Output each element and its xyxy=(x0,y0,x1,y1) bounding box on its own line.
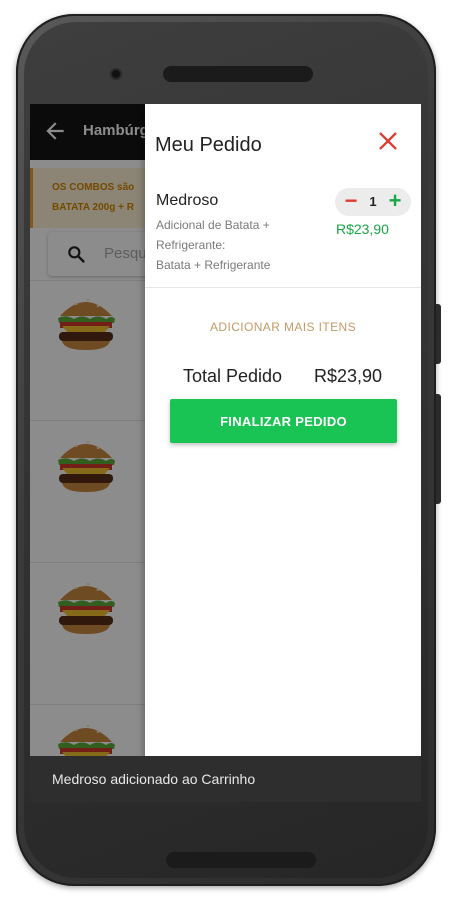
screen: Hambúrg OS COMBOS são BATATA 200g + R Pe… xyxy=(30,104,421,802)
plus-icon[interactable]: + xyxy=(385,190,405,212)
close-icon[interactable] xyxy=(377,130,399,152)
bottom-speaker xyxy=(166,852,316,868)
front-camera xyxy=(112,70,120,78)
volume-button xyxy=(436,304,441,364)
minus-icon[interactable]: − xyxy=(341,190,361,213)
top-speaker xyxy=(163,66,313,82)
cart-item-name: Medroso xyxy=(156,192,219,209)
power-button xyxy=(436,394,441,504)
quantity-stepper: − 1 + xyxy=(335,188,411,216)
total-label: Total Pedido xyxy=(183,366,283,386)
finalize-order-button[interactable]: FINALIZAR PEDIDO xyxy=(170,399,397,443)
snackbar-message: Medroso adicionado ao Carrinho xyxy=(52,771,256,787)
snackbar: Medroso adicionado ao Carrinho xyxy=(30,756,421,802)
total-value: R$23,90 xyxy=(314,366,383,386)
cart-item-description: Adicional de Batata + Refrigerante: Bata… xyxy=(156,218,271,272)
divider xyxy=(145,287,421,288)
cart-title: Meu Pedido xyxy=(155,134,262,156)
quantity-value: 1 xyxy=(369,194,377,209)
add-more-items-button[interactable]: ADICIONAR MAIS ITENS xyxy=(145,320,421,334)
cart-drawer: Meu Pedido Medroso Adicional de Batata +… xyxy=(145,104,421,802)
cart-item-price: R$23,90 xyxy=(336,221,389,237)
